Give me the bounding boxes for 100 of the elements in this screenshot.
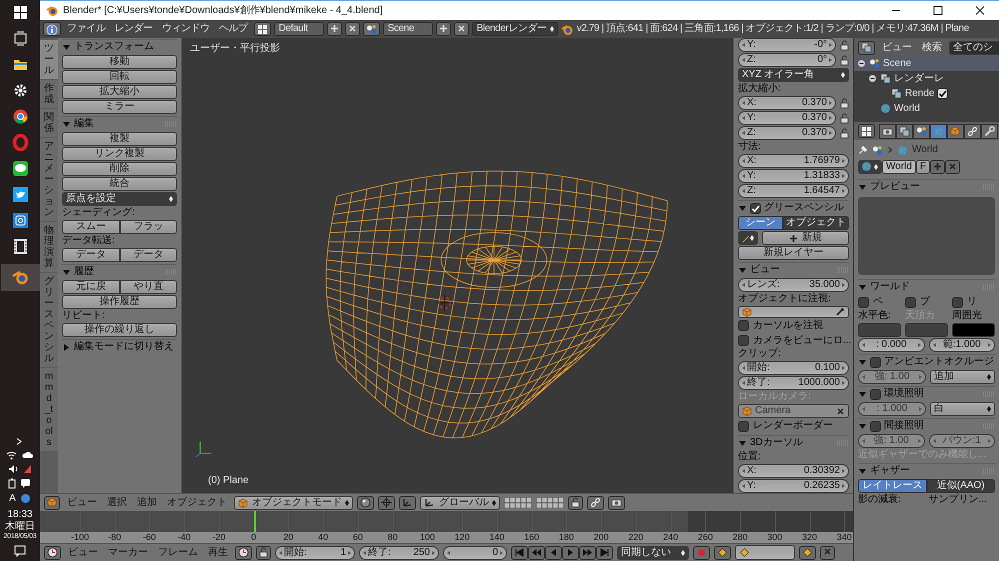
grip-icon[interactable] bbox=[165, 121, 177, 127]
add-button[interactable] bbox=[326, 22, 342, 36]
lock-icon[interactable] bbox=[840, 98, 849, 108]
orientation-dropdown[interactable]: グローバル bbox=[420, 496, 500, 510]
panel-title[interactable]: ギャザー bbox=[870, 465, 910, 477]
lock-icon[interactable] bbox=[840, 112, 849, 124]
operator-button[interactable]: 移動 bbox=[62, 55, 177, 69]
number-field[interactable]: 開始: 1 bbox=[275, 546, 355, 560]
circle-icon[interactable] bbox=[20, 493, 31, 504]
layer-grid-icon[interactable] bbox=[536, 497, 564, 508]
operator-button[interactable]: スムー bbox=[62, 220, 120, 234]
app-logo-icon[interactable] bbox=[12, 269, 28, 286]
eyedropper-icon[interactable] bbox=[835, 307, 845, 317]
lock-icon[interactable] bbox=[840, 128, 849, 138]
play-button[interactable] bbox=[562, 546, 579, 560]
checkbox[interactable] bbox=[750, 202, 761, 214]
menu-item[interactable]: ヘルプ bbox=[216, 23, 251, 35]
panel-title[interactable]: ビュー bbox=[750, 264, 780, 276]
checkbox[interactable] bbox=[870, 388, 881, 400]
operator-button[interactable]: 削除 bbox=[62, 162, 177, 176]
layer-grid-icon[interactable] bbox=[504, 497, 532, 508]
notification-icon[interactable] bbox=[14, 545, 26, 557]
pin-icon[interactable] bbox=[858, 145, 868, 155]
menu-item[interactable]: 再生 bbox=[205, 546, 231, 558]
camera-icon[interactable] bbox=[12, 212, 28, 229]
panel-title[interactable]: アンビエントオクルージ bbox=[884, 356, 994, 368]
outliner-row[interactable]: Rende bbox=[854, 86, 999, 101]
insert-keyframe-button[interactable] bbox=[799, 546, 816, 560]
keying-set-field[interactable] bbox=[735, 545, 795, 560]
dropdown-menu[interactable]: 追加 bbox=[930, 370, 995, 384]
operator-button[interactable]: 元に戻 bbox=[62, 280, 120, 294]
task-view-icon[interactable] bbox=[12, 30, 28, 47]
grip-icon[interactable] bbox=[983, 391, 995, 397]
display-mode-dropdown[interactable]: 全てのシ bbox=[949, 40, 999, 54]
panel-title[interactable]: 3Dカーソル bbox=[750, 437, 803, 450]
remove-button[interactable] bbox=[344, 22, 360, 36]
ring-icon[interactable] bbox=[12, 134, 28, 151]
clock-time[interactable]: 18:33 bbox=[7, 508, 32, 521]
grip-icon[interactable] bbox=[165, 269, 177, 275]
disclosure-triangle-icon[interactable] bbox=[738, 204, 747, 212]
menu-item[interactable]: ビュー bbox=[65, 546, 101, 558]
checkbox[interactable] bbox=[738, 320, 749, 332]
render-engine-dropdown[interactable]: Blenderレンダー bbox=[472, 22, 558, 36]
timeline-area[interactable]: -100 -80 -60 -40 -20 0 20 40 60 80 100 120 140 160 180 200 220 240 260 280 300 320 340 bbox=[40, 511, 853, 543]
expand-toggle-icon[interactable] bbox=[857, 59, 866, 68]
number-field[interactable]: X: 0.30392 bbox=[738, 464, 849, 478]
checkbox[interactable] bbox=[952, 296, 963, 308]
menu-item[interactable]: 追加 bbox=[134, 496, 160, 508]
panel-title[interactable]: グリースペンシル bbox=[764, 202, 844, 214]
operator-button[interactable]: やり直 bbox=[120, 280, 177, 294]
checkbox[interactable] bbox=[858, 296, 869, 308]
play-reverse-button[interactable] bbox=[545, 546, 562, 560]
menu-item[interactable]: ファイル bbox=[64, 23, 108, 35]
viewport[interactable]: ユーザー・平行投影 (0) Plane bbox=[182, 38, 733, 493]
editor-type-button[interactable] bbox=[43, 22, 61, 36]
number-field[interactable]: Z: 0° bbox=[738, 53, 836, 67]
checkbox[interactable] bbox=[870, 356, 881, 368]
screen-layout-button[interactable] bbox=[254, 22, 271, 36]
number-field[interactable]: : 0.000 bbox=[858, 338, 924, 352]
number-field[interactable]: 範:1.000 bbox=[928, 338, 995, 352]
start-icon[interactable] bbox=[12, 4, 28, 21]
disclosure-triangle-icon[interactable] bbox=[858, 466, 867, 476]
color-swatch[interactable] bbox=[858, 323, 901, 337]
properties-tab[interactable] bbox=[930, 124, 947, 138]
number-field[interactable]: レンズ: 35.000 bbox=[738, 278, 849, 292]
scene-field[interactable]: Scene bbox=[382, 22, 433, 36]
dropdown-menu[interactable]: 原点を設定 bbox=[62, 192, 177, 206]
menu-item[interactable]: オブジェクト bbox=[164, 496, 230, 508]
number-field[interactable]: 終了: 1000.000 bbox=[738, 376, 849, 390]
operator-button[interactable]: データ bbox=[62, 248, 120, 262]
3d-cursor-icon[interactable] bbox=[436, 294, 454, 312]
toggle-option[interactable]: レイトレース bbox=[858, 479, 926, 493]
checkbox[interactable] bbox=[937, 88, 948, 99]
menu-item[interactable]: レンダー bbox=[111, 23, 156, 35]
delete-keyframe-button[interactable] bbox=[820, 546, 835, 560]
checkbox[interactable] bbox=[738, 420, 749, 432]
number-field[interactable]: Z: 0.370 bbox=[738, 126, 836, 140]
color-swatch[interactable] bbox=[952, 323, 995, 337]
chat-icon[interactable] bbox=[20, 478, 32, 489]
wifi-icon[interactable] bbox=[6, 450, 18, 460]
toggle-option[interactable]: シーン bbox=[738, 216, 783, 230]
properties-tab[interactable] bbox=[879, 124, 896, 138]
next-keyframe-button[interactable] bbox=[579, 546, 596, 560]
disclosure-triangle-icon[interactable] bbox=[858, 282, 867, 292]
outliner-row[interactable]: レンダーレ bbox=[854, 71, 999, 86]
sidebar-tab[interactable]: mmd_tools bbox=[40, 368, 58, 451]
operator-button[interactable]: 操作履歴 bbox=[62, 295, 177, 309]
number-field[interactable]: Y: 0.370 bbox=[738, 111, 836, 125]
disclosure-triangle-icon[interactable] bbox=[858, 182, 867, 192]
properties-tab[interactable] bbox=[896, 124, 913, 138]
pencil-dropdown[interactable] bbox=[738, 231, 758, 245]
disclosure-triangle-icon[interactable] bbox=[738, 438, 747, 448]
sync-dropdown[interactable]: 同期しない bbox=[617, 546, 689, 560]
grip-icon[interactable] bbox=[983, 423, 995, 429]
panel-title[interactable]: プレビュー bbox=[870, 181, 920, 193]
panel-title[interactable]: 間接照明 bbox=[884, 420, 924, 432]
input-indicator[interactable]: A bbox=[9, 492, 16, 505]
properties-tab[interactable] bbox=[947, 124, 964, 138]
number-field[interactable]: Y: 0.26235 bbox=[738, 479, 849, 493]
number-field[interactable]: X: 1.76979 bbox=[738, 154, 849, 168]
